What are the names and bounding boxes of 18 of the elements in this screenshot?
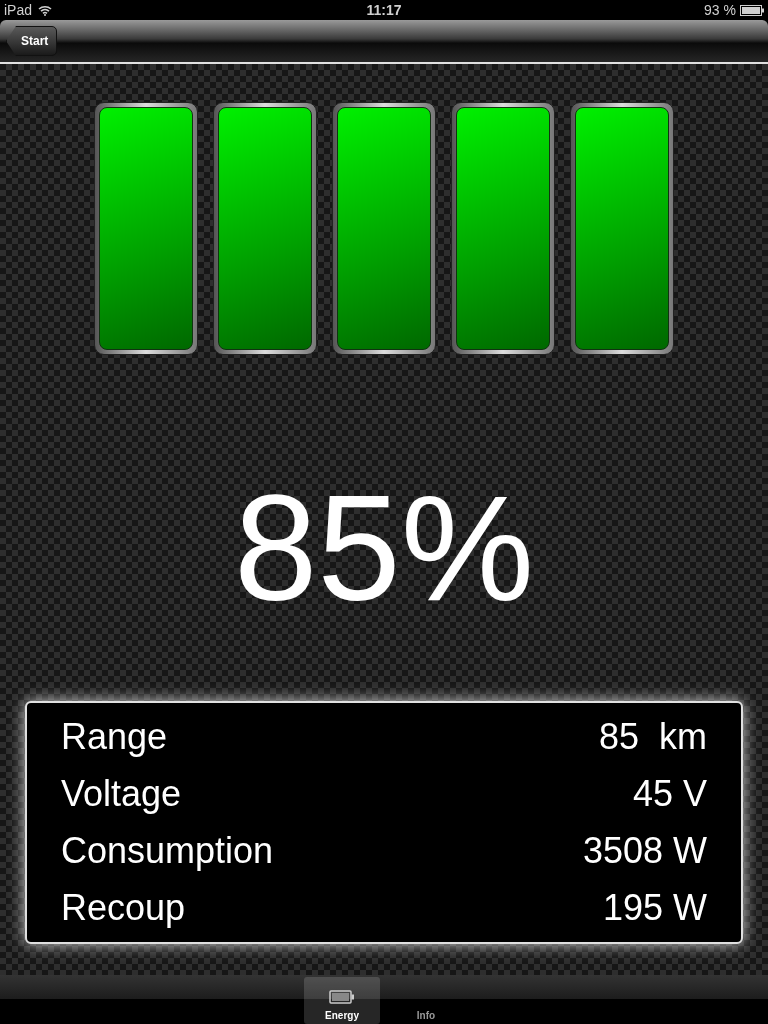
- reading-value: 85 km: [598, 715, 707, 759]
- reading-value: 45 V: [632, 772, 707, 816]
- reading-label: Recoup: [61, 886, 186, 930]
- tab[interactable]: Energy: [304, 977, 380, 1024]
- back-button[interactable]: Start: [6, 26, 58, 56]
- reading-label: Consumption: [61, 829, 274, 873]
- reading-value: 195 W: [602, 886, 707, 930]
- battery-icon: [329, 990, 355, 1004]
- reading-label: Range: [61, 715, 168, 759]
- wifi-icon: [38, 4, 53, 16]
- battery-icon: [740, 4, 764, 16]
- clock-time: 11:17: [366, 0, 402, 20]
- reading-label: Voltage: [61, 772, 182, 816]
- charge-percentage: 85%: [233, 473, 535, 623]
- carrier-name: iPad: [4, 0, 33, 20]
- battery-percentage: 93 %: [704, 0, 736, 20]
- reading-value: 3508 W: [582, 829, 707, 873]
- tab[interactable]: Info: [388, 977, 464, 1024]
